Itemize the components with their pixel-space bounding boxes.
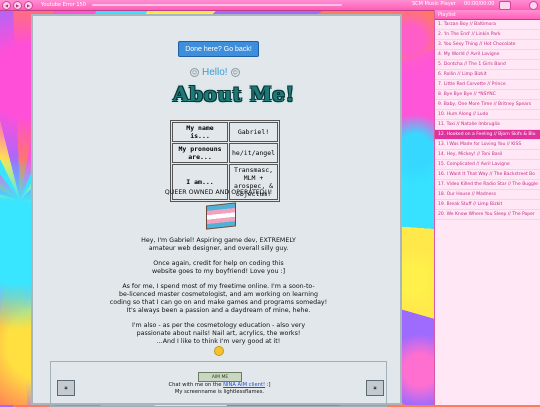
player-time: 00:00/00:00 [463,1,495,7]
hello-heading: ☺ Hello! ☺ [190,67,240,78]
playlist-item[interactable]: 9. Baby, One More Time // Britney Spears [435,100,540,110]
playlist-item[interactable]: 20. We Know Where You Sleep // The Paper [435,210,540,220]
playlist-item[interactable]: 11. Toxi // Natalie Imbruglia [435,120,540,130]
bio-paragraph: As for me, I spend most of my freetime o… [33,283,404,315]
about-me-title: About Me! [173,82,295,106]
paragraph-line: Once again, credit for help on coding th… [153,260,284,267]
paragraph-line: be-licenced master cosmetologist, and am… [119,291,318,298]
paragraph-line: coding so that I can go on and make game… [109,299,328,306]
playlist-item[interactable]: 5. Dontcha // The 1 Girls Band [435,60,540,70]
aim-footer: AIM ME Chat with me on the NINA AIM clie… [50,361,387,407]
credit-paragraph: Once again, credit for help on coding th… [33,260,404,276]
playlist-item[interactable]: 6. Rollin // Limp Bizkit [435,70,540,80]
aim-chat-prefix: Chat with me on the [168,382,224,388]
table-row: My pronouns are... he/it/angel [172,143,279,163]
intro-paragraph: Hey, I'm Gabriel! Aspiring game dev, EXT… [33,237,404,253]
playlist-item-active[interactable]: 12. Hooked on a Feeling // Bjorn Skifs &… [435,130,540,140]
paragraph-line: As for me, I spend most of my freetime o… [122,283,315,290]
player-progress-bar[interactable] [91,4,342,6]
profile-value: he/it/angel [229,143,279,163]
playlist-header: Playlist [435,10,540,20]
playlist-toggle-icon[interactable] [529,1,538,10]
computer-stamp-icon: ▣ [366,380,384,396]
playlist-item[interactable]: 10. Hum Along // Ludo [435,110,540,120]
playlist-item[interactable]: 16. I Want It That Way // The Backstreet… [435,170,540,180]
player-name: SCM Music Player [412,1,456,7]
computer-stamp-icon: ▣ [57,380,75,396]
aim-me-button[interactable]: AIM ME [198,372,242,382]
paragraph-line: ...And I like to think I'm very good at … [156,338,281,345]
go-back-button[interactable]: Done here? Go back! [178,41,259,57]
prev-icon[interactable]: ◀ [2,0,11,10]
main-content-panel: Done here? Go back! ☺ Hello! ☺ About Me!… [31,14,404,407]
playlist-panel: Playlist 1. Tarzan Boy // Baltimora 2. '… [434,10,540,405]
profile-value: Gabriel! [229,122,279,142]
playlist-item[interactable]: 4. My World // Avril Lavigne [435,50,540,60]
queer-owned-line: QUEER OWNED AND OPERATED!!! [164,189,273,196]
table-row: My name is... Gabriel! [172,122,279,142]
nails-paragraph: I'm also - as per the cosmetology educat… [33,322,404,356]
next-icon[interactable]: ▶ [24,0,33,10]
playlist-item[interactable]: 14. Hey, Mickey! // Toni Basil [435,150,540,160]
aim-chat-line: Chat with me on the NINA AIM client! :] [51,382,388,388]
playlist-item[interactable]: 13. I Was Made for Loving You // KISS [435,140,540,150]
playlist-item[interactable]: 8. Bye Bye Bye // *NSYNC [435,90,540,100]
playlist-item[interactable]: 15. Complicated // Avril Lavigne [435,160,540,170]
paragraph-line: Hey, I'm Gabriel! Aspiring game dev, EXT… [141,237,296,244]
volume-icon[interactable] [499,1,511,10]
aim-client-link[interactable]: NINA AIM client! [223,382,265,388]
paragraph-line: I'm also - as per the cosmetology educat… [131,322,306,329]
paragraph-line: amateur web designer, and overall silly … [148,245,289,252]
paragraph-line: passionate about nails! Nail art, acryli… [136,330,301,337]
trans-flag-image [206,202,236,230]
aim-screenname: My screenname is lightlessflames. [174,389,265,395]
hello-text: Hello! [202,67,228,78]
playlist-item[interactable]: 17. Video Killed the Radio Star // The B… [435,180,540,190]
player-status-title: Youtube Error 150 [41,2,86,8]
paragraph-line: It's always been a passion and a daydrea… [126,307,311,314]
playlist-item[interactable]: 7. Little Red Corvette // Prince [435,80,540,90]
playlist-item[interactable]: 18. Our House // Madness [435,190,540,200]
profile-key: My name is... [172,122,228,142]
smile-emoji-icon [213,346,224,356]
playlist-item[interactable]: 3. You Sexy Thing // Hot Chocolate [435,40,540,50]
profile-key: My pronouns are... [172,143,228,163]
paragraph-line: website goes to my boyfriend! Love you :… [151,268,286,275]
smiley-icon: ☺ [190,68,199,77]
aim-chat-suffix: :] [265,382,271,388]
playlist-item[interactable]: 1. Tarzan Boy // Baltimora [435,20,540,30]
play-icon[interactable]: ▶ [13,0,22,10]
smiley-icon: ☺ [230,68,240,77]
playlist-item[interactable]: 2. 'In The End' // Linkin Park [435,30,540,40]
playlist-item[interactable]: 19. Break Stuff // Limp Bizkit [435,200,540,210]
